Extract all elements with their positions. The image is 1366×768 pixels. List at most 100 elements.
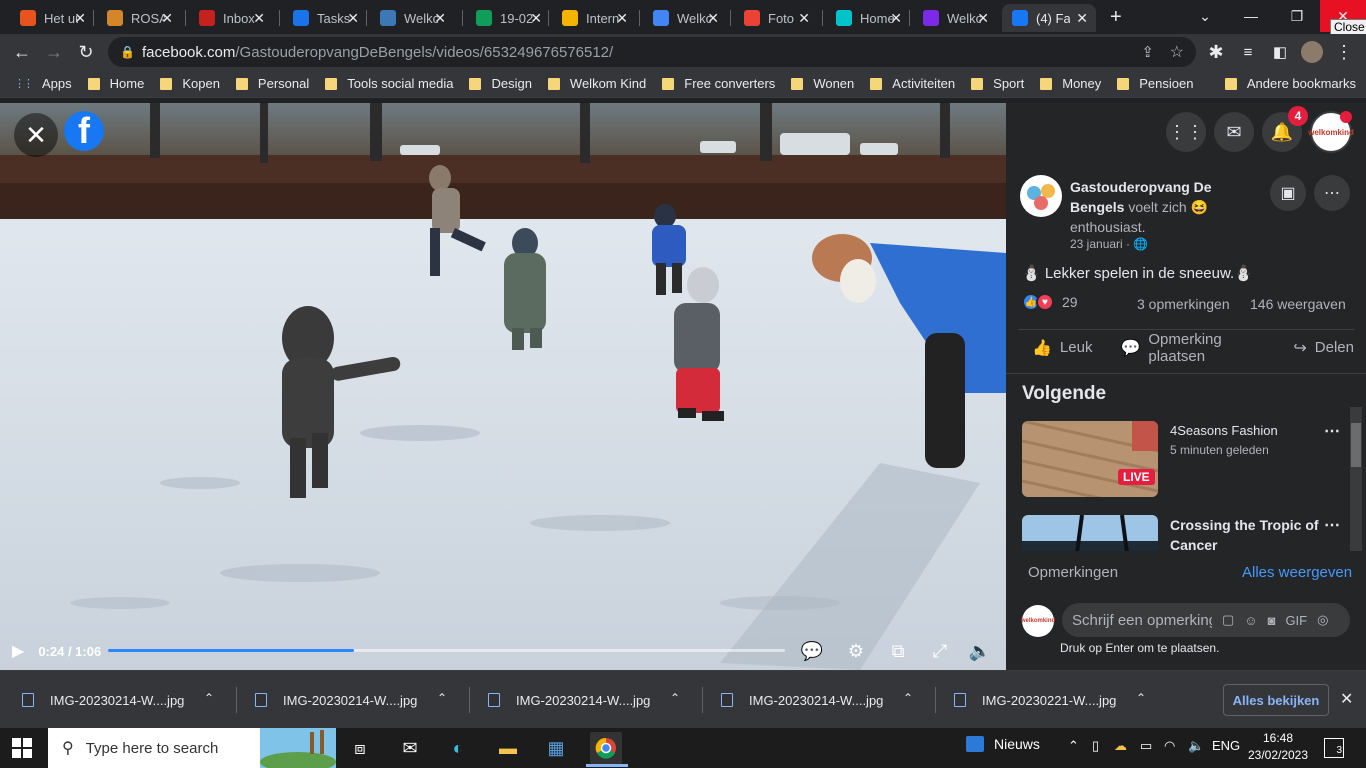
clock-date[interactable]: 23/02/2023 [1246,748,1310,762]
reactions-summary[interactable]: 👍 ♥ 29 [1022,293,1078,311]
tab-close-icon[interactable]: ✕ [1076,10,1088,27]
bookmark-star-icon[interactable]: ☆ [1170,42,1184,62]
tab-close-icon[interactable]: ✕ [707,10,719,27]
post-date[interactable]: 23 januari · 🌐 [1070,237,1148,251]
tab-close-icon[interactable]: ✕ [434,10,446,27]
tab-7[interactable]: Internet✕ [552,4,636,32]
bookmark-kopen[interactable]: Kopen [160,76,220,91]
close-downloads-icon[interactable]: ✕ [1340,689,1353,709]
share-icon[interactable]: ⇪ [1141,43,1154,61]
sticker-comment-icon[interactable]: ▢ [1222,612,1234,628]
download-item[interactable]: IMG-20230214-W....jpg ⌃ [233,685,465,715]
tab-4[interactable]: Tasks ✕ [283,4,367,32]
comment-button[interactable]: 💬 Opmerking plaatsen [1120,331,1279,365]
facebook-logo-icon[interactable]: f [64,111,104,151]
see-all-link[interactable]: Alles weergeven [1242,564,1352,581]
bookmark-pensioen[interactable]: Pensioen [1117,76,1193,91]
messenger-icon[interactable]: ✉ [1214,112,1254,152]
forward-arrow-icon[interactable]: → [42,40,66,64]
tab-12[interactable]: (4) Fa ✕ [1002,4,1096,32]
gif-icon[interactable]: GIF [1285,613,1307,628]
tab-close-icon[interactable]: ✕ [616,10,628,27]
bookmark-home[interactable]: Home [87,76,144,91]
microsoft-store-icon[interactable]: ▦ [540,732,572,764]
clock-time[interactable]: 16:48 [1250,731,1306,745]
see-all-downloads-button[interactable]: Alles bekijken [1223,684,1329,716]
minimize-button[interactable]: — [1228,0,1274,32]
new-tab-button[interactable]: + [1110,6,1122,29]
settings-gear-icon[interactable]: ⚙ [844,639,868,663]
news-widget[interactable]: Nieuws [966,736,1040,752]
notification-center-icon[interactable]: 3 [1324,738,1344,758]
chevron-up-icon[interactable]: ⌃ [437,691,447,705]
tab-close-icon[interactable]: ✕ [798,10,810,27]
side-panel-icon[interactable]: ◧ [1268,40,1292,64]
tab-1[interactable]: Het uur✕ [10,4,94,32]
fullscreen-icon[interactable]: ⤢ [928,639,952,663]
mail-icon[interactable]: ✉ [394,732,426,764]
tab-8[interactable]: Welkom✕ [643,4,727,32]
emoji-icon[interactable]: ☺ [1244,613,1257,628]
share-button[interactable]: ↪ Delen [1293,338,1354,358]
download-item[interactable]: IMG-20230214-W....jpg ⌃ [466,685,698,715]
bookmark-wonen[interactable]: Wonen [791,76,854,91]
tab-close-icon[interactable]: ✕ [253,10,265,27]
chrome-icon[interactable] [590,732,622,764]
task-view-icon[interactable]: ⧈ [344,732,376,764]
tab-9[interactable]: Foto ✕ [734,4,818,32]
tab-close-icon[interactable]: ✕ [161,10,173,27]
wifi-icon[interactable]: ◠ [1164,738,1175,754]
tab-11[interactable]: Welkom✕ [913,4,997,32]
captions-icon[interactable]: 💬 [800,639,824,663]
bookmark-tools-social-media[interactable]: Tools social media [325,76,453,91]
comment-count-link[interactable]: 3 opmerkingen [1137,296,1230,312]
sticker-icon[interactable]: ◎ [1317,612,1328,628]
show-hidden-icons-chevron[interactable]: ⌃ [1068,738,1079,754]
comment-input[interactable]: Schrijf een opmerking... ▢ ☺ ◙ GIF ◎ [1062,603,1350,637]
bookmark-apps[interactable]: ⋮⋮ Apps [14,76,72,91]
tab-5[interactable]: Welkom✕ [370,4,454,32]
mute-speaker-icon[interactable]: 🔈 [968,639,992,663]
video-player[interactable]: ✕ f ▶ 0:24 / 1:06 💬 ⚙ ⧉ ⤢ 🔈 [0,103,1006,670]
media-queue-icon[interactable]: ≡ [1236,40,1260,64]
list-item[interactable]: Crossing the Tropic of Cancer ⋯ [1022,515,1346,551]
tab-2[interactable]: ROSA ✕ [97,4,181,32]
menu-grid-icon[interactable]: ⋮⋮ [1166,112,1206,152]
chrome-menu-icon[interactable]: ⋮ [1332,40,1356,64]
bookmark-activiteiten[interactable]: Activiteiten [870,76,955,91]
file-explorer-icon[interactable]: ▬ [492,732,524,764]
chevron-up-icon[interactable]: ⌃ [204,691,214,705]
extensions-puzzle-icon[interactable]: ✱ [1204,40,1228,64]
more-options-icon[interactable]: ⋯ [1324,515,1340,535]
other-bookmarks[interactable]: Andere bookmarks [1224,76,1356,91]
chevron-up-icon[interactable]: ⌃ [1136,691,1146,705]
usb-device-icon[interactable]: ▯ [1092,738,1099,754]
download-item[interactable]: IMG-20230214-W....jpg ⌃ [0,685,232,715]
download-item[interactable]: IMG-20230214-W....jpg ⌃ [699,685,931,715]
edge-icon[interactable]: ◐ [442,732,474,764]
tab-close-icon[interactable]: ✕ [74,10,86,27]
chevron-up-icon[interactable]: ⌃ [903,691,913,705]
like-button[interactable]: 👍 Leuk [1032,338,1092,358]
chevron-up-icon[interactable]: ⌃ [670,691,680,705]
reload-icon[interactable]: ↻ [74,40,98,64]
address-bar[interactable]: 🔒 facebook.com/GastouderopvangDeBengels/… [108,37,1196,67]
page-avatar[interactable] [1020,175,1062,217]
bookmark-sport[interactable]: Sport [971,76,1024,91]
tab-close-icon[interactable]: ✕ [530,10,542,27]
taskbar-search[interactable]: ⚲ Type here to search [48,728,336,768]
browser-profile-avatar[interactable] [1301,41,1323,63]
tab-10[interactable]: Home ✕ [826,4,910,32]
tab-3[interactable]: Inbox ✕ [189,4,273,32]
play-icon[interactable]: ▶ [12,641,24,661]
bookmark-welkom-kind[interactable]: Welkom Kind [547,76,646,91]
restore-button[interactable]: ❐ [1274,0,1320,32]
bookmark-money[interactable]: Money [1040,76,1101,91]
scrollbar-thumb[interactable] [1351,423,1361,467]
tab-close-icon[interactable]: ✕ [977,10,989,27]
tab-close-icon[interactable]: ✕ [890,10,902,27]
back-arrow-icon[interactable]: ← [10,40,34,64]
download-item[interactable]: IMG-20230221-W....jpg ⌃ [932,685,1164,715]
tab-close-icon[interactable]: ✕ [347,10,359,27]
battery-icon[interactable]: ▭ [1140,738,1152,754]
